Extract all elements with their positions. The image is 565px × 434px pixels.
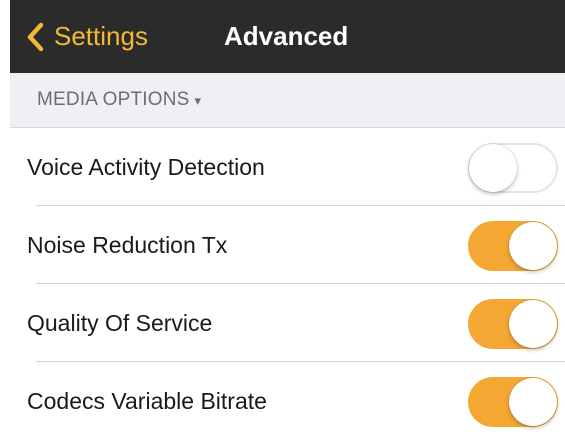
setting-row-codecs-variable-bitrate: Codecs Variable Bitrate — [10, 362, 565, 434]
toggle-knob — [469, 144, 517, 192]
page-title: Advanced — [224, 21, 349, 51]
toggle-knob — [509, 222, 557, 270]
section-header-media-options[interactable]: MEDIA OPTIONS ▾ — [10, 73, 565, 128]
toggle-knob — [509, 378, 557, 426]
settings-list: Voice Activity Detection Noise Reduction… — [10, 128, 565, 434]
setting-label: Voice Activity Detection — [27, 154, 265, 180]
back-button-label: Settings — [54, 21, 148, 51]
setting-row-quality-of-service: Quality Of Service — [10, 284, 565, 362]
toggle-knob — [509, 300, 557, 348]
setting-label: Quality Of Service — [27, 310, 213, 336]
settings-screen: Settings Advanced MEDIA OPTIONS ▾ Voice … — [0, 0, 565, 434]
navigation-bar: Settings Advanced — [10, 0, 565, 73]
setting-row-voice-activity-detection: Voice Activity Detection — [10, 128, 565, 206]
quality-of-service-toggle[interactable] — [468, 299, 558, 349]
codecs-variable-bitrate-toggle[interactable] — [468, 377, 558, 427]
setting-row-noise-reduction-tx: Noise Reduction Tx — [10, 206, 565, 284]
setting-label: Codecs Variable Bitrate — [27, 388, 267, 414]
back-button[interactable]: Settings — [10, 0, 148, 73]
setting-label: Noise Reduction Tx — [27, 232, 228, 258]
section-title: MEDIA OPTIONS — [37, 89, 190, 110]
noise-reduction-tx-toggle[interactable] — [468, 221, 558, 271]
voice-activity-detection-toggle[interactable] — [468, 143, 558, 193]
chevron-left-icon — [26, 22, 44, 52]
caret-down-icon: ▾ — [194, 93, 202, 108]
